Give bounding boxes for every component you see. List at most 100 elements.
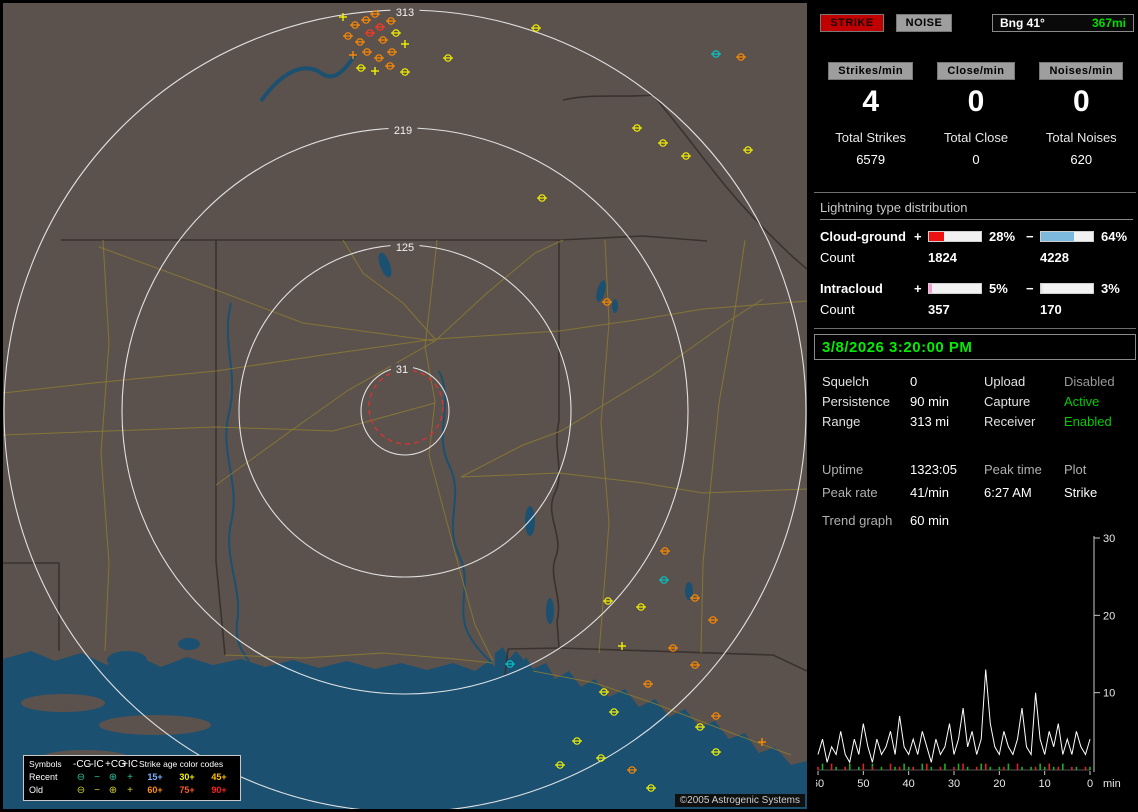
side-panel: STRIKE NOISE Bng 41° 367mi Strikes/min 4… xyxy=(812,0,1138,812)
capture-label: Capture xyxy=(984,394,1031,409)
total-noises-label: Total Noises xyxy=(1045,130,1117,145)
total-strikes-value: 6579 xyxy=(856,152,886,167)
peak-rate-value: 41/min xyxy=(910,485,950,500)
legend-recent-label: Recent xyxy=(29,772,58,782)
range-ring-label: 31 xyxy=(396,364,408,376)
peak-time-label: Peak time xyxy=(984,462,1042,477)
age-60: 60+ xyxy=(147,785,163,795)
close-per-min-value: 0 xyxy=(967,85,985,118)
upload-status: Disabled xyxy=(1064,374,1115,389)
minus-icon: − xyxy=(94,785,100,796)
close-per-min-chip[interactable]: Close/min xyxy=(937,62,1015,80)
trend-graph: 10 20 30 60 50 40 30 20 10 0 min xyxy=(812,532,1136,798)
capture-status: Active xyxy=(1064,394,1100,409)
cg-plus-bar xyxy=(928,231,982,242)
cg-minus-bar xyxy=(1040,231,1094,242)
trend-graph-label: Trend graph xyxy=(822,513,893,528)
noises-per-min-chip[interactable]: Noises/min xyxy=(1039,62,1124,80)
range-value: 313 mi xyxy=(910,414,950,429)
bearing-box: Bng 41° 367mi xyxy=(992,14,1134,32)
total-close-label: Total Close xyxy=(943,130,1009,145)
circle-minus-icon: ⊖ xyxy=(76,772,86,783)
map-legend: Symbols -CG -IC +CG +IC Strike age color… xyxy=(23,755,241,801)
legend-col-cg-plus: +CG xyxy=(105,759,126,770)
distribution-row-cloud-ground: Cloud-ground + 28% − 64% xyxy=(820,229,1133,244)
legend-col-ic-minus: -IC xyxy=(90,759,104,770)
legend-symbols-label: Symbols xyxy=(29,759,62,769)
strike-indicator[interactable]: STRIKE xyxy=(820,14,884,32)
squelch-label: Squelch xyxy=(822,374,869,389)
current-datetime: 3/8/2026 3:20:00 PM xyxy=(822,338,973,356)
legend-col-cg-minus: -CG xyxy=(73,759,92,770)
indicator-bar: STRIKE NOISE Bng 41° 367mi xyxy=(820,14,1134,33)
svg-text:40: 40 xyxy=(903,778,915,790)
counters-section: Strikes/min 4 Total Strikes 6579 Close/m… xyxy=(818,62,1134,167)
legend-age-title: Strike age color codes xyxy=(139,759,224,769)
total-strikes-label: Total Strikes xyxy=(835,130,907,145)
svg-text:60: 60 xyxy=(816,778,824,790)
intracloud-count-row: Count 357 170 xyxy=(820,302,1133,317)
age-75: 75+ xyxy=(179,785,195,795)
uptime-value: 1323:05 xyxy=(910,462,957,477)
plus-icon: + xyxy=(127,785,133,796)
total-noises-value: 620 xyxy=(1070,152,1093,167)
age-90: 90+ xyxy=(211,785,227,795)
upload-label: Upload xyxy=(984,374,1026,389)
receiver-label: Receiver xyxy=(984,414,1036,429)
app-window: { "panel": { "strike_label": "STRIKE", "… xyxy=(0,0,1138,812)
count-label: Count xyxy=(820,302,855,317)
peak-rate-label: Peak rate xyxy=(822,485,878,500)
ic-minus-count: 170 xyxy=(1040,302,1062,317)
minus-icon: − xyxy=(94,772,100,783)
divider xyxy=(814,328,1136,329)
svg-text:30: 30 xyxy=(948,778,960,790)
range-ring-label: 219 xyxy=(394,125,412,137)
receiver-status: Enabled xyxy=(1064,414,1112,429)
trend-graph-duration: 60 min xyxy=(910,513,950,528)
ic-plus-bar xyxy=(928,283,982,294)
minus-sign: − xyxy=(1026,281,1034,296)
strikes-per-min-value: 4 xyxy=(862,85,879,118)
status-section: Squelch 0 Upload Disabled Persistence 90… xyxy=(822,372,1136,432)
distribution-row-intracloud: Intracloud + 5% − 3% xyxy=(820,281,1133,296)
bearing-distance: 367mi xyxy=(1091,16,1126,30)
map-canvas: 313 219 125 31 xyxy=(3,3,807,809)
strikes-per-min-chip[interactable]: Strikes/min xyxy=(828,62,914,80)
cg-minus-percent: 64% xyxy=(1101,229,1128,244)
total-close-value: 0 xyxy=(972,152,980,167)
range-ring-label: 125 xyxy=(396,242,414,254)
distribution-title: Lightning type distribution xyxy=(820,200,1133,220)
noises-per-min-value: 0 xyxy=(1072,85,1090,118)
squelch-value: 0 xyxy=(910,374,918,389)
counter-close: Close/min 0 Total Close 0 xyxy=(923,62,1028,167)
plus-sign: + xyxy=(914,281,922,296)
intracloud-label: Intracloud xyxy=(820,281,883,296)
range-label: Range xyxy=(822,414,861,429)
legend-old-label: Old xyxy=(29,785,44,795)
noise-indicator[interactable]: NOISE xyxy=(895,14,953,32)
cg-plus-percent: 28% xyxy=(989,229,1016,244)
bearing-value: Bng 41° xyxy=(1000,16,1045,30)
datetime-box: 3/8/2026 3:20:00 PM xyxy=(814,334,1136,360)
counter-strikes: Strikes/min 4 Total Strikes 6579 xyxy=(818,62,923,167)
cloud-ground-count-row: Count 1824 4228 xyxy=(820,250,1133,265)
svg-text:0: 0 xyxy=(1087,778,1093,790)
ic-minus-percent: 3% xyxy=(1101,281,1120,296)
cg-plus-count: 1824 xyxy=(928,250,957,265)
peak-time-value: 6:27 AM xyxy=(984,485,1032,500)
circle-plus-icon: ⊕ xyxy=(108,785,118,796)
circle-plus-icon: ⊕ xyxy=(108,772,118,783)
legend-col-ic-plus: +IC xyxy=(122,759,138,770)
persistence-label: Persistence xyxy=(822,394,890,409)
plot-value: Strike xyxy=(1064,485,1098,500)
svg-text:30: 30 xyxy=(1103,533,1115,545)
svg-text:10: 10 xyxy=(1039,778,1051,790)
trend-graph-row: Trend graph 60 min xyxy=(822,512,1136,530)
lightning-map[interactable]: 313 219 125 31 Symbols -CG -IC +CG +IC Stri… xyxy=(3,3,807,809)
lightning-distribution-section: Lightning type distribution Cloud-ground… xyxy=(820,200,1133,317)
plot-label: Plot xyxy=(1064,462,1087,477)
ic-minus-bar xyxy=(1040,283,1094,294)
svg-text:20: 20 xyxy=(993,778,1005,790)
plus-icon: + xyxy=(127,772,133,783)
stats-section: Uptime 1323:05 Peak time Plot Peak rate … xyxy=(822,458,1136,504)
